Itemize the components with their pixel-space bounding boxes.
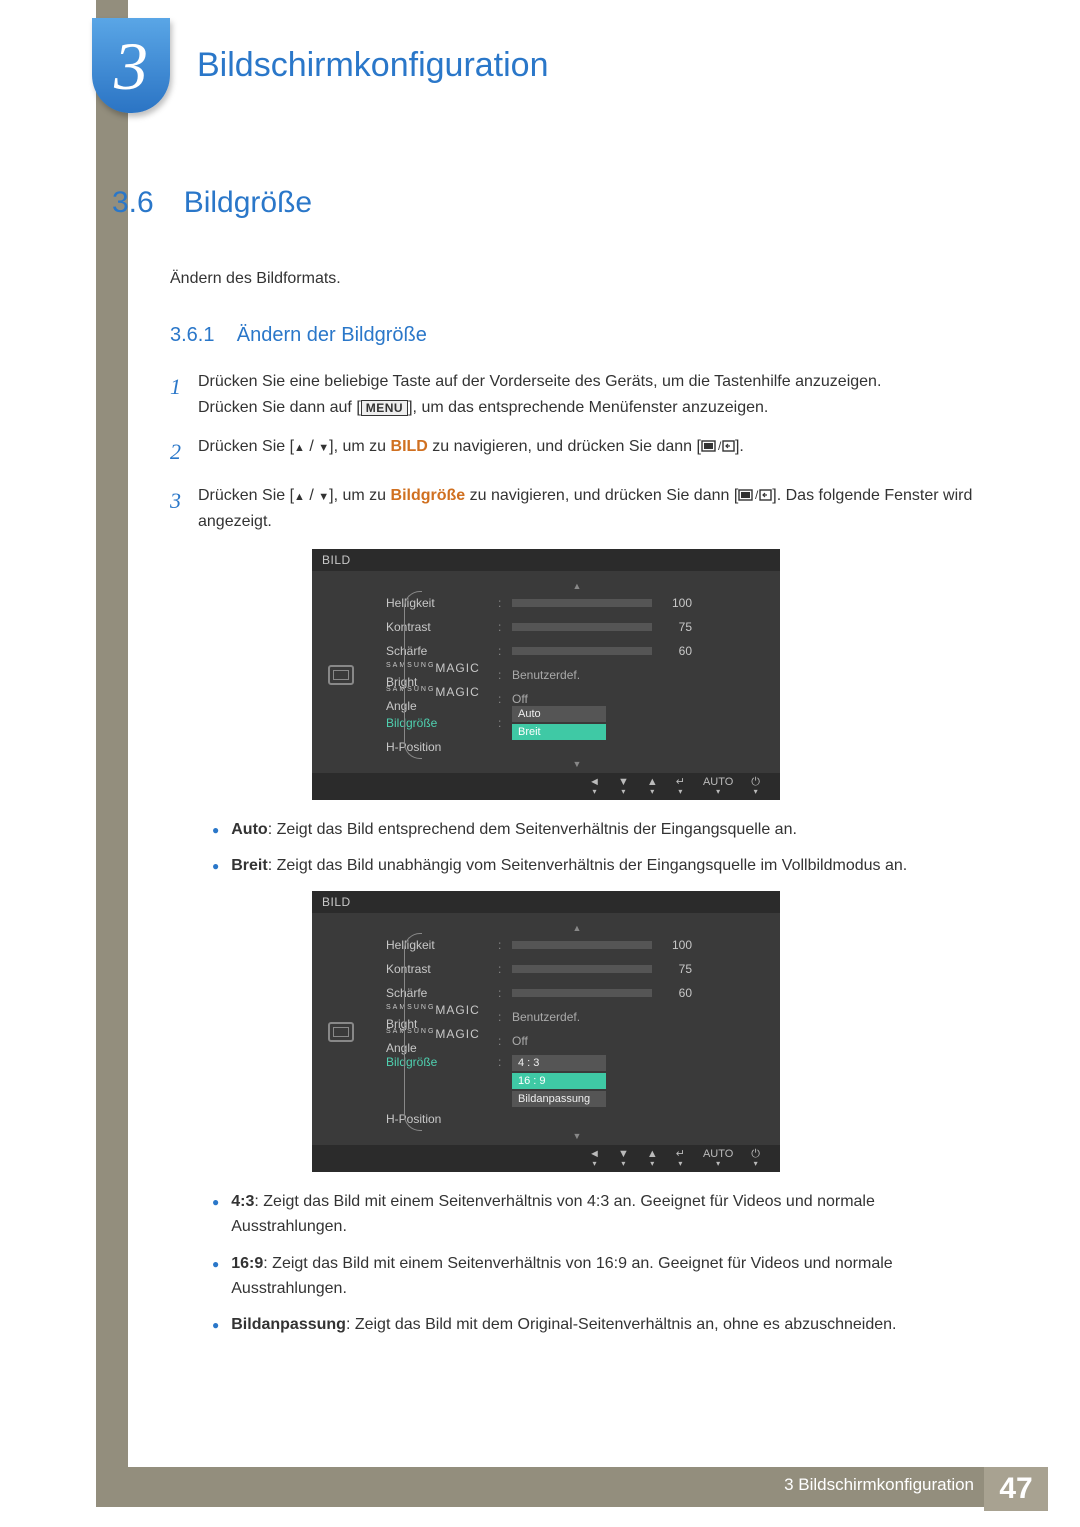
svg-text:/: / [718, 439, 722, 453]
auto-label: AUTO▾ [703, 777, 733, 796]
osd-row: SAMSUNGMAGIC Bright:Benutzerdef. [386, 663, 768, 687]
osd-option-selected: 16 : 9 [512, 1073, 606, 1089]
osd-row: Kontrast:75 [386, 957, 768, 981]
bullet-icon: ● [212, 1313, 219, 1338]
list-item: ●Auto: Zeigt das Bild entsprechend dem S… [212, 818, 980, 843]
osd-option: 4 : 3 [512, 1055, 606, 1071]
osd-option-selected: Breit [512, 724, 606, 740]
step-number: 3 [170, 483, 198, 534]
osd-row: Helligkeit:100 [386, 591, 768, 615]
menu-button-label: MENU [361, 400, 408, 416]
osd-option: Bildanpassung [512, 1091, 606, 1107]
auto-label: AUTO▾ [703, 1149, 733, 1168]
svg-text:/: / [755, 488, 759, 502]
scroll-up-icon: ▲ [386, 581, 768, 591]
section-title: Bildgröße [184, 186, 312, 220]
list-item: ●4:3: Zeigt das Bild mit einem Seitenver… [212, 1190, 980, 1240]
source-enter-icon: / [701, 438, 735, 455]
option-list-2: ●4:3: Zeigt das Bild mit einem Seitenver… [212, 1190, 980, 1338]
scroll-down-icon: ▼ [386, 1131, 768, 1141]
osd-screenshot-1: BILD ▲ Helligkeit:100 Kontrast:75 Schärf… [312, 549, 780, 800]
option-list-1: ●Auto: Zeigt das Bild entsprechend dem S… [212, 818, 980, 880]
chapter-number: 3 [114, 32, 148, 100]
bullet-icon: ● [212, 854, 219, 879]
enter-icon: ↵▾ [676, 1149, 685, 1168]
section-intro: Ändern des Bildformats. [170, 270, 980, 288]
osd-row: Schärfe:60 [386, 981, 768, 1005]
list-item: ●Breit: Zeigt das Bild unabhängig vom Se… [212, 854, 980, 879]
page-content: 3.6 Bildgröße Ändern des Bildformats. 3.… [112, 186, 980, 1350]
step-body: Drücken Sie [▲ / ▼], um zu Bildgröße zu … [198, 483, 980, 534]
scroll-down-icon: ▼ [386, 759, 768, 769]
osd-row: Helligkeit:100 [386, 933, 768, 957]
nav-target: Bildgröße [391, 487, 466, 504]
down-arrow-icon: ▼ [318, 442, 329, 454]
page-footer: 3 Bildschirmkonfiguration 47 [0, 1467, 1080, 1527]
back-icon: ◄▾ [589, 1149, 600, 1168]
osd-row: SAMSUNGMAGIC Angle:Off [386, 1029, 768, 1053]
chapter-title: Bildschirmkonfiguration [197, 46, 549, 85]
subsection-heading: 3.6.1 Ändern der Bildgröße [170, 324, 980, 347]
nav-target: BILD [391, 438, 428, 455]
list-item: ●16:9: Zeigt das Bild mit einem Seitenve… [212, 1252, 980, 1302]
list-item: ●Bildanpassung: Zeigt das Bild mit dem O… [212, 1313, 980, 1338]
step-2: 2 Drücken Sie [▲ / ▼], um zu BILD zu nav… [170, 434, 980, 469]
footer-chapter-label: 3 Bildschirmkonfiguration [784, 1475, 974, 1495]
osd-footer: ◄▾ ▼▾ ▲▾ ↵▾ AUTO▾ ⏻▾ [312, 773, 780, 800]
step-3: 3 Drücken Sie [▲ / ▼], um zu Bildgröße z… [170, 483, 980, 534]
up-arrow-icon: ▲ [294, 442, 305, 454]
section-number: 3.6 [112, 186, 154, 220]
step-number: 2 [170, 434, 198, 469]
down-arrow-icon: ▼ [318, 491, 329, 503]
osd-row: H-Position [386, 1107, 768, 1131]
chapter-number-badge: 3 [92, 18, 170, 113]
step-number: 1 [170, 369, 198, 420]
bullet-icon: ● [212, 1190, 219, 1240]
up-arrow-icon: ▲ [294, 491, 305, 503]
down-icon: ▼▾ [618, 777, 629, 796]
step-body: Drücken Sie [▲ / ▼], um zu BILD zu navig… [198, 434, 980, 469]
section-heading: 3.6 Bildgröße [112, 186, 980, 220]
osd-title: BILD [312, 891, 780, 913]
bullet-icon: ● [212, 818, 219, 843]
enter-icon: ↵▾ [676, 777, 685, 796]
page-number: 47 [984, 1467, 1048, 1511]
subsection-title: Ändern der Bildgröße [237, 324, 427, 346]
source-enter-icon: / [738, 487, 772, 504]
step-body: Drücken Sie eine beliebige Taste auf der… [198, 369, 980, 420]
subsection-number: 3.6.1 [170, 324, 214, 346]
osd-row: Kontrast:75 [386, 615, 768, 639]
osd-title: BILD [312, 549, 780, 571]
picture-category-icon [328, 665, 354, 685]
power-icon: ⏻▾ [751, 1149, 760, 1168]
scroll-up-icon: ▲ [386, 923, 768, 933]
osd-row: Schärfe:60 [386, 639, 768, 663]
back-icon: ◄▾ [589, 777, 600, 796]
osd-row-selected: Bildgröße:4 : 316 : 9Bildanpassung [386, 1053, 768, 1107]
osd-option: Auto [512, 706, 606, 722]
up-icon: ▲▾ [647, 777, 658, 796]
up-icon: ▲▾ [647, 1149, 658, 1168]
power-icon: ⏻▾ [751, 777, 760, 796]
osd-screenshot-2: BILD ▲ Helligkeit:100 Kontrast:75 Schärf… [312, 891, 780, 1172]
osd-row-selected: Bildgröße:AutoBreit [386, 711, 768, 735]
bullet-icon: ● [212, 1252, 219, 1302]
osd-footer: ◄▾ ▼▾ ▲▾ ↵▾ AUTO▾ ⏻▾ [312, 1145, 780, 1172]
down-icon: ▼▾ [618, 1149, 629, 1168]
picture-category-icon [328, 1022, 354, 1042]
osd-row: SAMSUNGMAGIC Bright:Benutzerdef. [386, 1005, 768, 1029]
step-1: 1 Drücken Sie eine beliebige Taste auf d… [170, 369, 980, 420]
